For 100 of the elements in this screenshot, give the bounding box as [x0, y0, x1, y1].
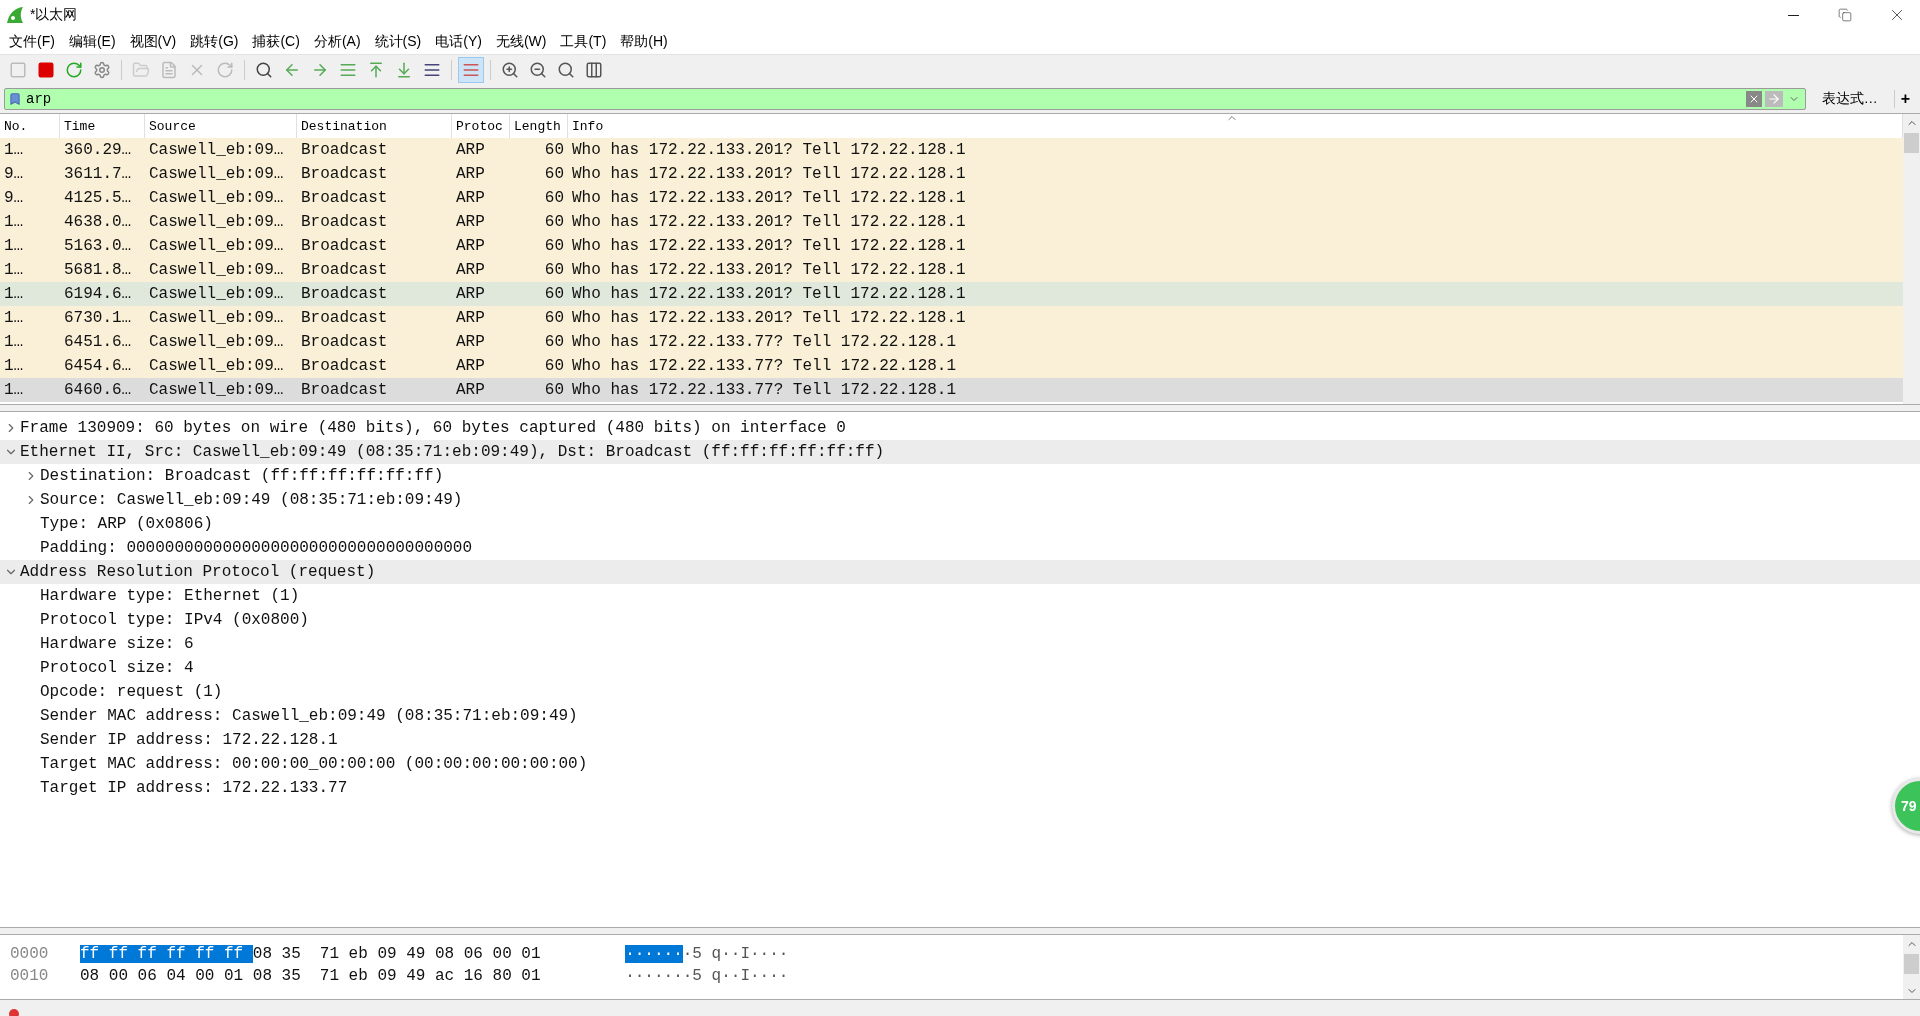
menu-item[interactable]: 工具(T): [553, 31, 614, 53]
table-cell-text: Broadcast: [300, 165, 389, 183]
hex-byte[interactable]: ff: [80, 945, 109, 963]
table-cell-text: 1…: [3, 141, 25, 159]
hex-byte[interactable]: 00: [108, 967, 138, 985]
menu-item[interactable]: 文件(F): [2, 31, 62, 53]
packet-row[interactable]: 9… 3611.7… Caswell_eb:09… Broadcast ARP 60 Who has 172.22.133.201? Tell 172.22.128.1: [0, 162, 1903, 186]
packet-row[interactable]: 1… 6460.6… Caswell_eb:09… Broadcast ARP 60 Who has 172.22.133.77? Tell 172.22.128.1: [0, 378, 1903, 402]
resize-columns-icon: [585, 61, 603, 79]
table-cell-text: Who has 172.22.133.201? Tell 172.22.128.1: [571, 237, 967, 255]
detail-field[interactable]: Frame 130909: 60 bytes on wire (480 bits), 60 bytes captured (480 bits) on interface 0: [20, 419, 846, 437]
menu-item[interactable]: 帮助(H): [613, 31, 675, 53]
display-filter-field[interactable]: arp: [4, 88, 1806, 110]
detail-field[interactable]: Target IP address: 172.22.133.77: [40, 779, 348, 797]
table-cell-text: ARP: [455, 213, 486, 231]
hex-byte[interactable]: 00: [195, 967, 224, 985]
detail-field[interactable]: Destination: Broadcast (ff:ff:ff:ff:ff:ff): [40, 467, 444, 485]
packet-row[interactable]: 1… 360.29… Caswell_eb:09… Broadcast ARP 60 Who has 172.22.133.201? Tell 172.22.128.1: [0, 138, 1903, 162]
expression-button[interactable]: 表达式…: [1811, 90, 1888, 108]
menu-item[interactable]: 视图(V): [122, 31, 184, 53]
menu-item[interactable]: 分析(A): [306, 31, 368, 53]
hex-byte[interactable]: ff: [195, 945, 224, 963]
clear-filter-button[interactable]: [1745, 91, 1762, 107]
hex-byte[interactable]: 16: [463, 967, 493, 985]
hex-byte[interactable]: 01: [224, 967, 253, 985]
table-cell-text: Who has 172.22.133.201? Tell 172.22.128.1: [571, 213, 967, 231]
hex-byte[interactable]: 80: [492, 967, 522, 985]
hex-byte[interactable]: eb: [348, 945, 378, 963]
detail-field[interactable]: Sender MAC address: Caswell_eb:09:49 (08:35:71:eb:09:49): [40, 707, 578, 725]
packet-row[interactable]: 9… 4125.5… Caswell_eb:09… Broadcast ARP 60 Who has 172.22.133.201? Tell 172.22.128.1: [0, 186, 1903, 210]
hex-byte[interactable]: ac: [434, 967, 464, 985]
hex-byte[interactable]: ff: [166, 945, 196, 963]
hex-byte[interactable]: eb: [348, 967, 378, 985]
table-cell-text: 6194.6…: [63, 285, 133, 303]
hex-byte[interactable]: 08: [434, 945, 464, 963]
packet-row[interactable]: 1… 6730.1… Caswell_eb:09… Broadcast ARP 60 Who has 172.22.133.201? Tell 172.22.128.1: [0, 306, 1903, 330]
hex-byte[interactable]: 06: [463, 945, 493, 963]
table-cell-text: 6460.6…: [63, 381, 133, 399]
apply-filter-button[interactable]: [1764, 91, 1783, 107]
hex-byte[interactable]: 35: [281, 945, 320, 963]
packet-row[interactable]: 1… 6194.6… Caswell_eb:09… Broadcast ARP 60 Who has 172.22.133.201? Tell 172.22.128.1: [0, 282, 1903, 306]
detail-field[interactable]: Type: ARP (0x0806): [40, 515, 213, 533]
detail-field[interactable]: Sender IP address: 172.22.128.1: [40, 731, 338, 749]
detail-field[interactable]: Target MAC address: 00:00:00_00:00:00 (00:00:00:00:00:00): [40, 755, 588, 773]
hex-byte[interactable]: 71: [319, 945, 349, 963]
hex-byte[interactable]: 08: [252, 967, 282, 985]
hex-byte[interactable]: ff: [108, 945, 138, 963]
packet-row[interactable]: 1… 5163.0… Caswell_eb:09… Broadcast ARP 60 Who has 172.22.133.201? Tell 172.22.128.1: [0, 234, 1903, 258]
hex-byte[interactable]: 04: [166, 967, 196, 985]
hex-byte[interactable]: 01: [521, 967, 551, 985]
add-filter-button[interactable]: +: [1893, 90, 1916, 108]
ascii-text[interactable]: ······: [625, 945, 683, 963]
detail-field[interactable]: Opcode: request (1): [40, 683, 223, 701]
table-cell-text: 6454.6…: [63, 357, 133, 375]
hex-byte[interactable]: ff: [137, 945, 167, 963]
hex-byte[interactable]: 00: [492, 945, 522, 963]
filter-input[interactable]: arp: [22, 91, 1746, 107]
back-icon: [283, 61, 301, 79]
packet-row[interactable]: 1… 4638.0… Caswell_eb:09… Broadcast ARP 60 Who has 172.22.133.201? Tell 172.22.128.1: [0, 210, 1903, 234]
table-cell-text: Broadcast: [300, 381, 389, 399]
menu-item[interactable]: 跳转(G): [183, 31, 246, 53]
packet-row[interactable]: 1… 6454.6… Caswell_eb:09… Broadcast ARP 60 Who has 172.22.133.77? Tell 172.22.128.1: [0, 354, 1903, 378]
detail-field[interactable]: Source: Caswell_eb:09:49 (08:35:71:eb:09:49): [40, 491, 463, 509]
hex-byte[interactable]: 01: [521, 945, 551, 963]
hex-byte[interactable]: 49: [406, 945, 435, 963]
detail-field[interactable]: Protocol size: 4: [40, 659, 194, 677]
scroll-thumb[interactable]: [1904, 133, 1919, 153]
scroll-thumb[interactable]: [1904, 954, 1919, 974]
hex-byte[interactable]: 08: [252, 945, 282, 963]
folder-icon: [132, 61, 150, 79]
scrollbar[interactable]: [1903, 935, 1920, 999]
hex-byte[interactable]: 09: [377, 967, 407, 985]
hex-byte[interactable]: 71: [319, 967, 349, 985]
detail-field[interactable]: Protocol type: IPv4 (0x0800): [40, 611, 309, 629]
table-cell-text: Who has 172.22.133.201? Tell 172.22.128.1: [571, 189, 967, 207]
packet-row[interactable]: 1… 5681.8… Caswell_eb:09… Broadcast ARP 60 Who has 172.22.133.201? Tell 172.22.128.1: [0, 258, 1903, 282]
detail-field[interactable]: Address Resolution Protocol (request): [20, 563, 376, 581]
menu-item[interactable]: 无线(W): [488, 31, 554, 53]
table-cell-text: Broadcast: [300, 213, 389, 231]
colorize-button[interactable]: [459, 58, 483, 82]
ascii-text[interactable]: ·5 q··I····: [682, 945, 789, 963]
hex-byte[interactable]: 49: [406, 967, 435, 985]
detail-field[interactable]: Hardware size: 6: [40, 635, 194, 653]
menu-item[interactable]: 电话(Y): [428, 31, 489, 53]
hex-byte[interactable]: 35: [281, 967, 320, 985]
hex-byte[interactable]: 06: [137, 967, 167, 985]
detail-field[interactable]: Hardware type: Ethernet (1): [40, 587, 300, 605]
menu-item[interactable]: 编辑(E): [61, 31, 123, 53]
zoom-in-icon: [501, 61, 519, 79]
scrollbar[interactable]: [1903, 114, 1920, 404]
hex-byte[interactable]: 08: [80, 967, 109, 985]
table-cell-text: ARP: [455, 333, 486, 351]
menu-item[interactable]: 统计(S): [367, 31, 429, 53]
hex-byte[interactable]: 09: [377, 945, 407, 963]
detail-field[interactable]: Padding: 000000000000000000000000000000000000: [40, 539, 473, 557]
hex-byte[interactable]: ff: [224, 945, 253, 963]
ascii-text[interactable]: ·······5 q··I····: [625, 967, 789, 985]
menu-item[interactable]: 捕获(C): [245, 31, 307, 53]
bookmark-icon[interactable]: [8, 92, 22, 106]
packet-row[interactable]: 1… 6451.6… Caswell_eb:09… Broadcast ARP 60 Who has 172.22.133.77? Tell 172.22.128.1: [0, 330, 1903, 354]
